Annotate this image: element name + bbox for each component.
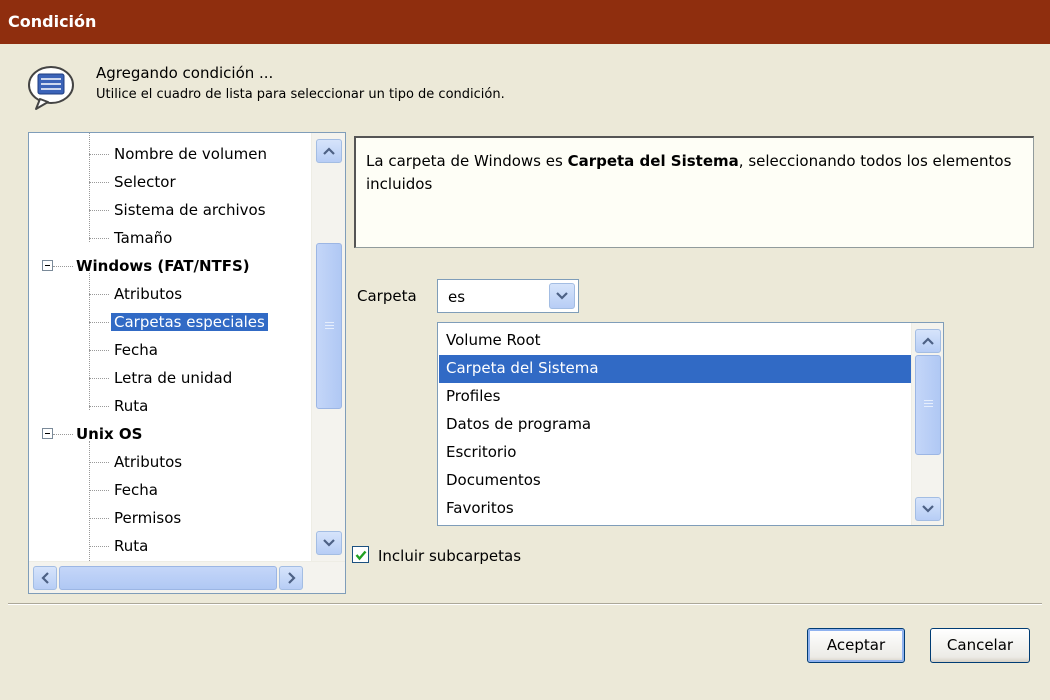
- cancel-button[interactable]: Cancelar: [930, 628, 1030, 663]
- tree-group-label: Unix OS: [76, 425, 143, 443]
- tree-item-label: Ruta: [114, 397, 149, 415]
- list-item[interactable]: Documentos: [439, 467, 911, 495]
- operator-select[interactable]: es: [437, 279, 579, 313]
- collapse-icon[interactable]: [42, 260, 53, 271]
- tree-group-windows[interactable]: Windows (FAT/NTFS): [29, 253, 311, 281]
- list-item[interactable]: Escritorio: [439, 439, 911, 467]
- header-subtitle: Utilice el cuadro de lista para seleccio…: [96, 87, 505, 102]
- tree-item[interactable]: Ruta: [29, 533, 311, 561]
- scroll-thumb[interactable]: [59, 566, 277, 590]
- tree-item-label: Ruta: [114, 537, 149, 555]
- folder-label: Carpeta: [357, 287, 417, 305]
- tree-item-label: Carpetas especiales: [111, 313, 268, 331]
- tree-item-label: Permisos: [114, 509, 182, 527]
- tree-item[interactable]: Sistema de archivos: [29, 197, 311, 225]
- list-item-selected[interactable]: Carpeta del Sistema: [439, 355, 911, 383]
- scroll-left-icon[interactable]: [33, 566, 57, 590]
- tree-item-label: Selector: [114, 173, 176, 191]
- description-text: La carpeta de Windows es: [366, 152, 568, 170]
- list-item[interactable]: Volume Root: [439, 327, 911, 355]
- scroll-right-icon[interactable]: [279, 566, 303, 590]
- scroll-thumb[interactable]: [915, 355, 941, 455]
- tree-item[interactable]: Ruta: [29, 393, 311, 421]
- speech-bubble-list-icon: [28, 66, 74, 110]
- tree-item[interactable]: Permisos: [29, 505, 311, 533]
- checkmark-icon: [355, 550, 367, 561]
- tree-horizontal-scrollbar[interactable]: [29, 561, 345, 593]
- tree-item[interactable]: Nombre de volumen: [29, 141, 311, 169]
- tree-item[interactable]: Tamaño: [29, 225, 311, 253]
- include-subfolders-label: Incluir subcarpetas: [378, 547, 522, 565]
- tree-item-label: Letra de unidad: [114, 369, 233, 387]
- tree-item[interactable]: Fecha: [29, 477, 311, 505]
- description-highlight: Carpeta del Sistema: [567, 152, 739, 170]
- tree-item-label: Fecha: [114, 481, 158, 499]
- tree-item-label: Fecha: [114, 341, 158, 359]
- tree-item-label: Atributos: [114, 453, 183, 471]
- tree-item[interactable]: Letra de unidad: [29, 365, 311, 393]
- window-title: Condición: [0, 0, 1050, 44]
- tree-item[interactable]: Selector: [29, 169, 311, 197]
- operator-value: es: [448, 288, 466, 306]
- header-title: Agregando condición ...: [96, 64, 274, 82]
- tree-content: Nombre de volumen Selector Sistema de ar…: [29, 133, 311, 561]
- condition-description: La carpeta de Windows es Carpeta del Sis…: [354, 136, 1034, 248]
- tree-group-label: Windows (FAT/NTFS): [76, 257, 250, 275]
- separator: [8, 603, 1042, 605]
- tree-item-selected[interactable]: Carpetas especiales: [29, 309, 311, 337]
- scroll-up-icon[interactable]: [316, 139, 342, 163]
- tree-item-label: Nombre de volumen: [114, 145, 267, 163]
- collapse-icon[interactable]: [42, 428, 53, 439]
- list-item[interactable]: Favoritos: [439, 495, 911, 523]
- scroll-down-icon[interactable]: [915, 497, 941, 521]
- tree-item[interactable]: Atributos: [29, 281, 311, 309]
- condition-type-tree[interactable]: Nombre de volumen Selector Sistema de ar…: [28, 132, 346, 594]
- accept-button[interactable]: Aceptar: [807, 628, 905, 663]
- tree-item-label: Atributos: [114, 285, 183, 303]
- list-item[interactable]: Profiles: [439, 383, 911, 411]
- scroll-down-icon[interactable]: [316, 531, 342, 555]
- scroll-thumb[interactable]: [316, 243, 342, 409]
- tree-item-label: Sistema de archivos: [114, 201, 266, 219]
- tree-item[interactable]: Atributos: [29, 449, 311, 477]
- list-vertical-scrollbar[interactable]: [911, 323, 943, 525]
- tree-item[interactable]: Fecha: [29, 337, 311, 365]
- chevron-down-icon[interactable]: [549, 283, 575, 309]
- scroll-up-icon[interactable]: [915, 329, 941, 353]
- list-item[interactable]: Datos de programa: [439, 411, 911, 439]
- tree-item-label: Tamaño: [114, 229, 173, 247]
- folder-listbox[interactable]: Volume Root Carpeta del Sistema Profiles…: [437, 322, 944, 526]
- include-subfolders-checkbox[interactable]: [352, 546, 369, 563]
- tree-group-unix[interactable]: Unix OS: [29, 421, 311, 449]
- tree-vertical-scrollbar[interactable]: [311, 133, 345, 561]
